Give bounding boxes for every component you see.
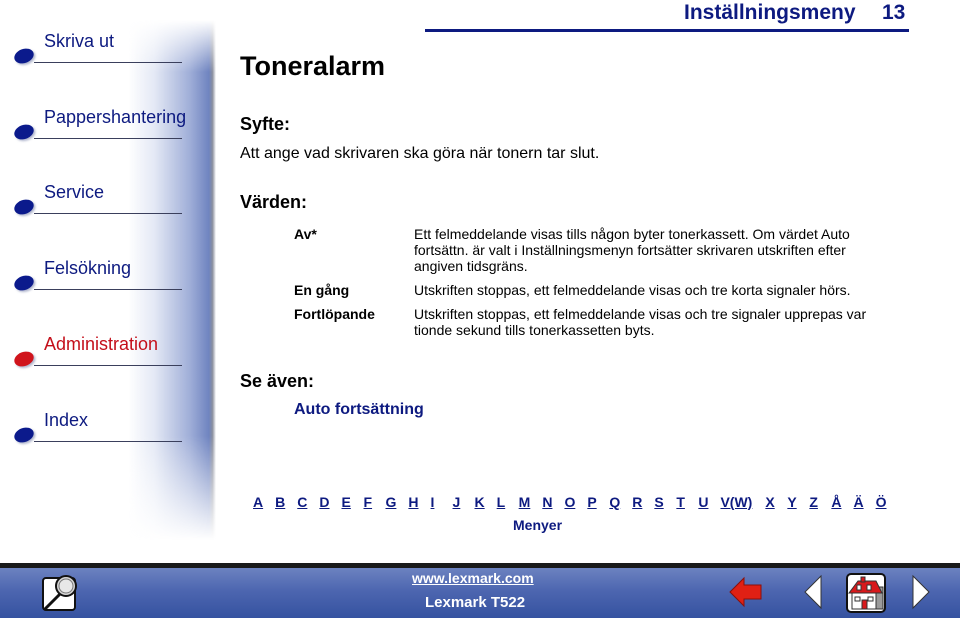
sidebar-item-label: Service	[44, 182, 105, 202]
bullet-icon	[12, 46, 36, 66]
sidebar-item-service[interactable]: Service	[12, 182, 182, 217]
alphabet-link[interactable]: T	[676, 494, 686, 510]
header-divider	[425, 29, 909, 32]
bullet-icon	[12, 425, 36, 445]
alphabet-link[interactable]: C	[297, 494, 307, 510]
website-link[interactable]: www.lexmark.com	[412, 570, 534, 586]
alphabet-link[interactable]: M	[519, 494, 531, 510]
alphabet-link[interactable]: Ö	[876, 494, 887, 510]
alphabet-link[interactable]: I	[431, 494, 441, 510]
alphabet-link[interactable]: O	[564, 494, 575, 510]
alphabet-link[interactable]: H	[408, 494, 418, 510]
section-title: Inställningsmeny	[684, 1, 856, 24]
divider	[34, 289, 182, 290]
purpose-heading: Syfte:	[240, 114, 291, 134]
sidebar-item-label: Index	[44, 410, 89, 430]
sidebar-item-skriva-ut[interactable]: Skriva ut	[12, 31, 182, 66]
alphabet-link[interactable]: D	[319, 494, 329, 510]
sidebar-item-administration[interactable]: Administration	[12, 334, 182, 369]
sidebar-item-label: Pappershantering	[44, 107, 187, 127]
alphabet-link[interactable]: N	[542, 494, 552, 510]
divider	[34, 365, 182, 366]
values-heading: Värden:	[240, 192, 308, 212]
value-name: Av*	[294, 226, 317, 242]
sidebar-item-label: Felsökning	[44, 258, 132, 278]
alphabet-link[interactable]: S	[654, 494, 664, 510]
alphabet-link[interactable]: G	[386, 494, 397, 510]
alphabet-link[interactable]: Ä	[853, 494, 863, 510]
alphabet-link[interactable]: B	[275, 494, 285, 510]
divider	[34, 441, 182, 442]
sidebar-item-pappershantering[interactable]: Pappershantering	[12, 107, 186, 142]
alphabet-link[interactable]: V(W)	[720, 494, 752, 510]
bullet-icon	[12, 197, 36, 217]
bullet-icon	[12, 273, 36, 293]
bullet-icon	[12, 122, 36, 142]
alphabet-link[interactable]: J	[453, 494, 463, 510]
alphabet-link[interactable]: R	[632, 494, 642, 510]
menus-link[interactable]: Menyer	[513, 517, 562, 533]
value-description: Utskriften stoppas, ett felmeddelande vi…	[414, 282, 851, 298]
alphabet-link[interactable]: F	[364, 494, 374, 510]
page-number: 13	[882, 1, 906, 24]
alphabet-link[interactable]: L	[497, 494, 507, 510]
value-description: Ett felmeddelande visas tills någon byte…	[414, 226, 850, 274]
home-icon[interactable]	[846, 573, 886, 613]
previous-page-icon[interactable]	[802, 574, 824, 610]
page-title: Toneralarm	[240, 51, 386, 81]
value-name: Fortlöpande	[294, 306, 375, 322]
search-icon[interactable]	[40, 572, 82, 614]
see-also-heading: Se även:	[240, 371, 315, 391]
alphabet-link[interactable]: Å	[831, 494, 841, 510]
sidebar-item-label: Administration	[44, 334, 159, 354]
sidebar-item-label: Skriva ut	[44, 31, 115, 51]
alphabet-link[interactable]: Y	[787, 494, 797, 510]
alphabet-link[interactable]: E	[342, 494, 352, 510]
bullet-icon	[12, 349, 36, 369]
alphabet-link[interactable]: U	[698, 494, 708, 510]
printer-model: Lexmark T522	[425, 594, 526, 611]
divider	[34, 213, 182, 214]
alphabet-index: A B C D E F G H I J K L M N O P Q R S T U V(W) X Y Z Å Ä Ö	[253, 494, 899, 510]
alphabet-link[interactable]: A	[253, 494, 263, 510]
alphabet-link[interactable]: X	[765, 494, 775, 510]
see-also-link[interactable]: Auto fortsättning	[294, 401, 424, 419]
value-name: En gång	[294, 282, 350, 298]
divider	[34, 138, 182, 139]
back-arrow-icon[interactable]	[728, 574, 764, 610]
sidebar-item-felsokning[interactable]: Felsökning	[12, 258, 182, 293]
divider	[34, 62, 182, 63]
value-description: Utskriften stoppas, ett felmeddelande vi…	[414, 306, 867, 338]
sidebar-item-index[interactable]: Index	[12, 410, 182, 445]
alphabet-link[interactable]: Q	[609, 494, 620, 510]
alphabet-link[interactable]: P	[587, 494, 597, 510]
alphabet-link[interactable]: Z	[809, 494, 819, 510]
next-page-icon[interactable]	[910, 574, 932, 610]
purpose-text: Att ange vad skrivaren ska göra när tone…	[240, 145, 600, 162]
alphabet-link[interactable]: K	[475, 494, 485, 510]
